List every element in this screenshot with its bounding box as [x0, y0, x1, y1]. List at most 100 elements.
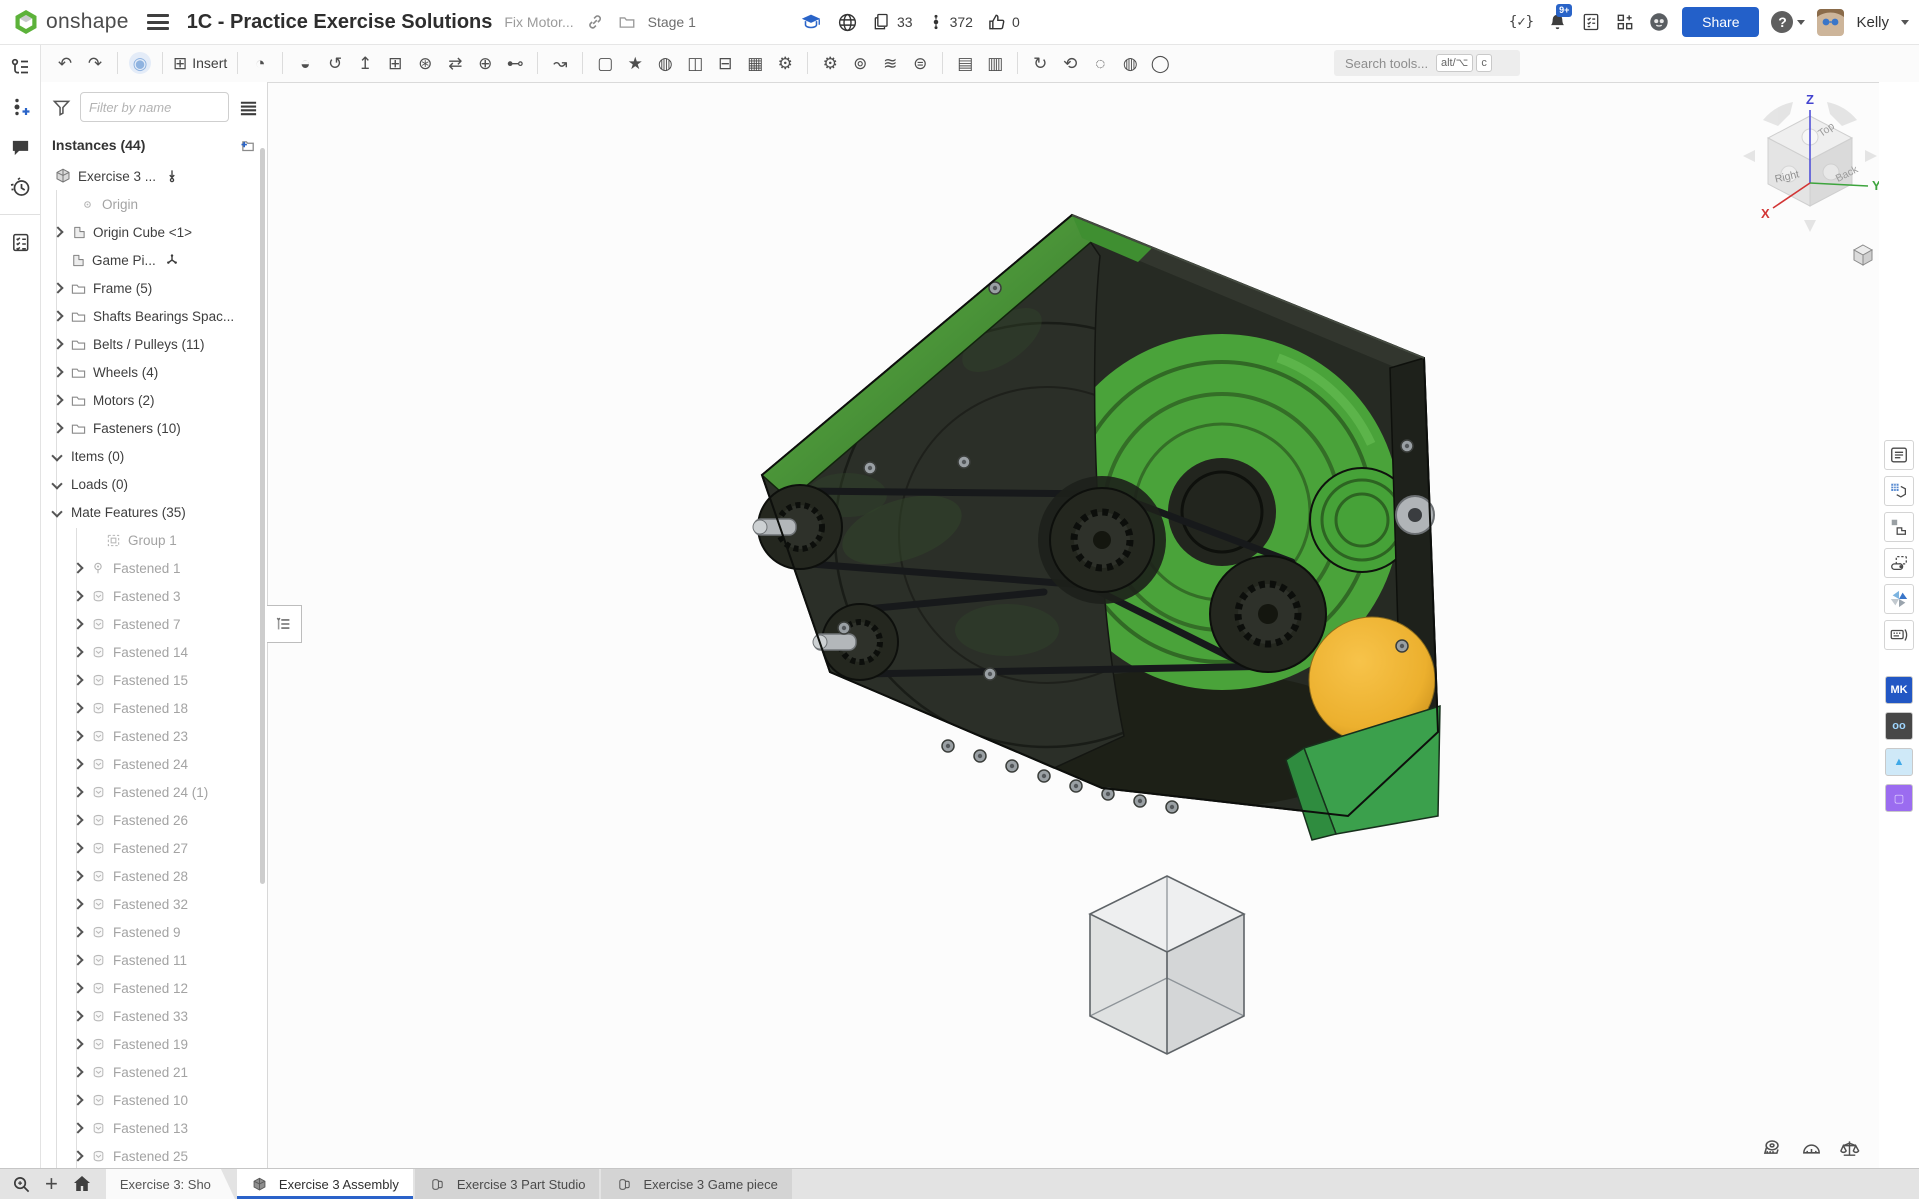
list-options-icon[interactable]	[237, 96, 259, 118]
appearance-ring-icon[interactable]: ◍	[1115, 48, 1145, 78]
gear-pair-icon[interactable]: ⚙	[815, 48, 845, 78]
view-options-button[interactable]	[1845, 242, 1879, 268]
expand-right-icon[interactable]	[50, 421, 64, 435]
tree-row[interactable]: Fastened 19	[40, 1030, 267, 1058]
expand-right-icon[interactable]	[70, 589, 84, 603]
expand-down-icon[interactable]	[50, 505, 64, 519]
explode-icon[interactable]: ↻	[1025, 48, 1055, 78]
expand-down-icon[interactable]	[50, 477, 64, 491]
expand-right-icon[interactable]	[70, 645, 84, 659]
search-tools[interactable]: alt/⌥ c	[1334, 50, 1520, 76]
expand-right-icon[interactable]	[70, 869, 84, 883]
expand-right-icon[interactable]	[70, 673, 84, 687]
revolute-mate-icon[interactable]: ↺	[320, 48, 350, 78]
tree-row[interactable]: Fastened 24 (1)	[40, 778, 267, 806]
expand-right-icon[interactable]	[70, 953, 84, 967]
undo-icon[interactable]: ↶	[50, 48, 80, 78]
expand-down-icon[interactable]	[50, 449, 64, 463]
tab-exercise-3-part-studio[interactable]: Exercise 3 Part Studio	[415, 1169, 600, 1199]
home-tab-icon[interactable]	[72, 1174, 92, 1194]
belt-icon[interactable]: ⊜	[905, 48, 935, 78]
tab-exercise-3-sho[interactable]: Exercise 3: Sho	[106, 1169, 235, 1199]
globe-icon[interactable]	[836, 11, 858, 33]
expand-right-icon[interactable]	[70, 757, 84, 771]
expand-right-icon[interactable]	[70, 1121, 84, 1135]
tree-row[interactable]: Loads (0)	[40, 470, 267, 498]
tree-row[interactable]: Fastened 9	[40, 918, 267, 946]
tree-row[interactable]: Fastened 3	[40, 582, 267, 610]
expand-right-icon[interactable]	[70, 1093, 84, 1107]
named-views-icon[interactable]: ◔	[245, 48, 275, 78]
tree-row[interactable]: Fastened 25	[40, 1142, 267, 1169]
tree-row[interactable]: Exercise 3 ...	[40, 162, 267, 190]
expand-right-icon[interactable]	[50, 309, 64, 323]
expand-right-icon[interactable]	[50, 365, 64, 379]
tree-row[interactable]: Fastened 23	[40, 722, 267, 750]
expand-right-icon[interactable]	[70, 729, 84, 743]
shortcuts-icon[interactable]	[1884, 620, 1914, 650]
add-folder-icon[interactable]	[235, 134, 257, 156]
assistant-icon[interactable]	[1648, 11, 1670, 33]
expand-right-icon[interactable]	[70, 1037, 84, 1051]
search-tabs-icon[interactable]	[12, 1175, 31, 1194]
expand-right-icon[interactable]	[70, 925, 84, 939]
pinwheel-icon[interactable]	[1884, 584, 1914, 614]
duplicate-count[interactable]: 33	[872, 12, 913, 32]
bom-table-icon[interactable]: ▤	[950, 48, 980, 78]
add-tab-button[interactable]: +	[45, 1173, 58, 1195]
expand-right-icon[interactable]	[70, 785, 84, 799]
tree-row[interactable]: Wheels (4)	[40, 358, 267, 386]
script-check-icon[interactable]: {✓}	[1509, 14, 1534, 30]
help-menu[interactable]: ?	[1771, 11, 1805, 33]
expand-right-icon[interactable]	[70, 1149, 84, 1163]
tree-row[interactable]: Fastened 27	[40, 834, 267, 862]
slider-mate-icon[interactable]: ↥	[350, 48, 380, 78]
expand-right-icon[interactable]	[70, 617, 84, 631]
tree-row[interactable]: Fastened 11	[40, 946, 267, 974]
link-icon[interactable]	[584, 11, 606, 33]
spring-icon[interactable]: ≋	[875, 48, 905, 78]
mate-icon[interactable]: ◒	[290, 48, 320, 78]
sync-icon[interactable]: ◉	[125, 48, 155, 78]
replicate-icon[interactable]: ◍	[650, 48, 680, 78]
version-count[interactable]: 372	[927, 13, 973, 31]
tree-row[interactable]: Fasteners (10)	[40, 414, 267, 442]
tree-row[interactable]: Fastened 14	[40, 638, 267, 666]
expand-right-icon[interactable]	[70, 981, 84, 995]
notifications-bell-icon[interactable]: 9+	[1546, 11, 1568, 33]
tree-row[interactable]: Belts / Pulleys (11)	[40, 330, 267, 358]
tree-row[interactable]: Game Pi...	[40, 246, 267, 274]
section-ring-icon[interactable]: ◌	[1085, 48, 1115, 78]
cylindrical-mate-icon[interactable]: ⊕	[470, 48, 500, 78]
filter-funnel-icon[interactable]	[50, 96, 72, 118]
expand-right-icon[interactable]	[70, 1009, 84, 1023]
expand-right-icon[interactable]	[50, 281, 64, 295]
part-configs-icon[interactable]	[1884, 512, 1914, 542]
tree-row[interactable]: Fastened 21	[40, 1058, 267, 1086]
animate-icon[interactable]: ⟲	[1055, 48, 1085, 78]
ball-mate-icon[interactable]: ⊛	[410, 48, 440, 78]
tree-row[interactable]: Origin	[40, 190, 267, 218]
expand-right-icon[interactable]	[50, 225, 64, 239]
gear-icon[interactable]: ⊚	[845, 48, 875, 78]
game-piece-cube[interactable]	[1082, 872, 1252, 1062]
workspace-label[interactable]: Stage 1	[648, 14, 696, 30]
user-name[interactable]: Kelly	[1856, 14, 1889, 31]
expand-right-icon[interactable]	[50, 337, 64, 351]
app-grid-icon[interactable]	[1614, 11, 1636, 33]
bom-insert-icon[interactable]: ▥	[980, 48, 1010, 78]
parallel-mate-icon[interactable]: ⇄	[440, 48, 470, 78]
create-version-icon[interactable]	[7, 94, 33, 120]
insert-icon[interactable]: ⊞Insert	[170, 48, 230, 78]
search-tools-input[interactable]	[1343, 55, 1433, 72]
help-icon[interactable]: ?	[1771, 11, 1793, 33]
user-caret-icon[interactable]	[1901, 20, 1909, 25]
tree-row[interactable]: Fastened 15	[40, 666, 267, 694]
tab-exercise-3-game-piece[interactable]: Exercise 3 Game piece	[601, 1169, 791, 1199]
tree-row[interactable]: Shafts Bearings Spac...	[40, 302, 267, 330]
tasks-clipboard-icon[interactable]	[1580, 11, 1602, 33]
model-viewport[interactable]: Top Right Back Z Y X	[267, 82, 1879, 1169]
expand-right-icon[interactable]	[70, 1065, 84, 1079]
tangent-mate-icon[interactable]: ⊷	[500, 48, 530, 78]
app-robot-icon[interactable]: oo	[1885, 712, 1913, 740]
